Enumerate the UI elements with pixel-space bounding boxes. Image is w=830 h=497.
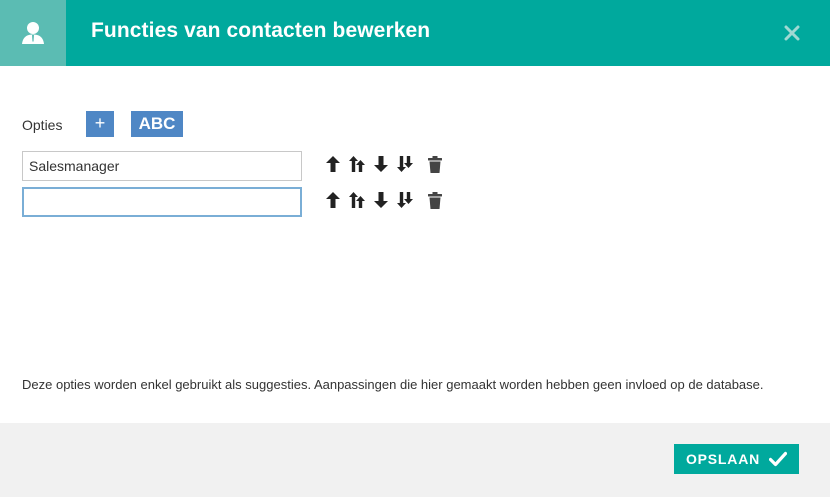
close-button[interactable]	[780, 21, 804, 45]
trash-icon	[428, 155, 442, 173]
arrow-up-icon	[326, 192, 340, 208]
move-down-button[interactable]	[369, 152, 393, 176]
sort-alphabetical-button[interactable]: ABC	[131, 111, 183, 137]
info-text: Deze opties worden enkel gebruikt als su…	[22, 377, 764, 392]
option-input-1[interactable]	[22, 151, 302, 181]
arrow-top-icon	[349, 192, 365, 208]
move-bottom-button[interactable]	[393, 188, 417, 212]
move-top-button[interactable]	[345, 188, 369, 212]
delete-option-button[interactable]	[423, 152, 447, 176]
move-top-button[interactable]	[345, 152, 369, 176]
delete-option-button[interactable]	[423, 188, 447, 212]
check-icon	[769, 451, 788, 467]
user-icon	[22, 22, 44, 44]
add-option-button[interactable]: +	[86, 111, 114, 137]
arrow-down-icon	[374, 156, 388, 172]
close-icon	[784, 25, 800, 41]
move-bottom-button[interactable]	[393, 152, 417, 176]
move-down-button[interactable]	[369, 188, 393, 212]
arrow-bottom-icon	[397, 156, 413, 172]
option-input-2[interactable]	[22, 187, 302, 217]
option-row-actions-1	[321, 152, 447, 176]
move-up-button[interactable]	[321, 152, 345, 176]
dialog-header: Functies van contacten bewerken	[0, 0, 830, 66]
arrow-bottom-icon	[397, 192, 413, 208]
arrow-down-icon	[374, 192, 388, 208]
save-button[interactable]: OPSLAAN	[674, 444, 799, 474]
dialog-title: Functies van contacten bewerken	[91, 19, 431, 42]
header-icon-box	[0, 0, 66, 66]
options-label: Opties	[22, 117, 63, 133]
arrow-up-icon	[326, 156, 340, 172]
move-up-button[interactable]	[321, 188, 345, 212]
trash-icon	[428, 191, 442, 209]
option-row-actions-2	[321, 188, 447, 212]
arrow-top-icon	[349, 156, 365, 172]
save-button-label: OPSLAAN	[685, 451, 761, 467]
